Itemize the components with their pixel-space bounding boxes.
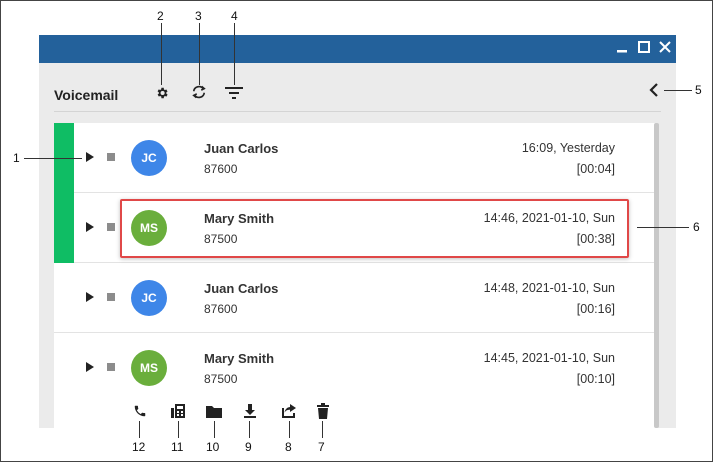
voicemail-row[interactable]: JC Juan Carlos 87600 16:09, Yesterday [0… xyxy=(54,123,658,193)
voicemail-list: JC Juan Carlos 87600 16:09, Yesterday [0… xyxy=(54,123,658,428)
close-button[interactable] xyxy=(656,39,674,59)
avatar: MS xyxy=(131,210,167,246)
avatar: JC xyxy=(131,280,167,316)
download-button[interactable] xyxy=(242,402,258,420)
refresh-button[interactable] xyxy=(189,82,209,102)
callout-line-5 xyxy=(664,90,692,91)
titlebar xyxy=(39,35,676,63)
callout-5: 5 xyxy=(695,83,702,97)
caller-number: 87600 xyxy=(204,302,238,316)
close-icon xyxy=(659,41,671,53)
callout-6: 6 xyxy=(693,220,700,234)
callout-9: 9 xyxy=(245,440,252,454)
delete-icon xyxy=(317,403,329,419)
voicemail-datetime: 14:45, 2021-01-10, Sun xyxy=(483,351,615,365)
callout-12: 12 xyxy=(132,440,146,454)
callout-line-2 xyxy=(161,23,162,85)
share-button[interactable] xyxy=(281,402,297,420)
settings-gear-icon xyxy=(157,87,168,99)
play-icon[interactable] xyxy=(86,222,94,232)
refresh-icon xyxy=(192,85,206,99)
caller-name: Mary Smith xyxy=(204,211,275,226)
avatar: JC xyxy=(131,140,167,176)
fax-icon xyxy=(170,404,185,418)
voicemail-duration: [00:10] xyxy=(576,372,615,386)
filter-button[interactable] xyxy=(224,83,244,103)
callout-4: 4 xyxy=(231,9,238,23)
fax-button[interactable] xyxy=(170,402,186,420)
voicemail-duration: [00:04] xyxy=(576,162,615,176)
callout-line-7 xyxy=(322,421,323,438)
callout-line-3 xyxy=(199,23,200,85)
unread-indicator xyxy=(54,193,74,263)
callout-line-10 xyxy=(214,421,215,438)
callout-1: 1 xyxy=(13,151,20,165)
settings-button[interactable] xyxy=(152,83,172,103)
caller-number: 87600 xyxy=(204,162,238,176)
caller-name: Juan Carlos xyxy=(204,281,279,296)
callout-line-8 xyxy=(289,421,290,438)
stop-icon[interactable] xyxy=(107,363,115,371)
share-icon xyxy=(282,404,296,418)
callout-line-1 xyxy=(24,158,82,159)
chevron-left-icon xyxy=(649,83,658,97)
caller-name: Mary Smith xyxy=(204,351,275,366)
filter-icon xyxy=(225,87,243,99)
caller-name: Juan Carlos xyxy=(204,141,279,156)
maximize-button[interactable] xyxy=(635,39,653,59)
delete-button[interactable] xyxy=(315,402,331,420)
callout-line-12 xyxy=(139,421,140,438)
callout-7: 7 xyxy=(318,440,325,454)
folder-button[interactable] xyxy=(206,402,222,420)
toolbar-divider xyxy=(54,111,661,112)
callout-8: 8 xyxy=(285,440,292,454)
callout-line-6 xyxy=(637,227,689,228)
minimize-button[interactable] xyxy=(613,39,631,59)
minimize-icon xyxy=(617,50,627,53)
voicemail-datetime: 14:46, 2021-01-10, Sun xyxy=(483,211,615,225)
play-icon[interactable] xyxy=(86,362,94,372)
voicemail-datetime: 14:48, 2021-01-10, Sun xyxy=(483,281,615,295)
voicemail-window: Voicemail JC Juan Carlos 87600 16:09, Ye… xyxy=(39,35,676,428)
voicemail-duration: [00:38] xyxy=(576,232,615,246)
play-icon[interactable] xyxy=(86,292,94,302)
callout-10: 10 xyxy=(206,440,220,454)
voicemail-row[interactable]: MS Mary Smith 87500 14:46, 2021-01-10, S… xyxy=(54,193,658,263)
voicemail-row[interactable]: JC Juan Carlos 87600 14:48, 2021-01-10, … xyxy=(54,263,658,333)
play-icon[interactable] xyxy=(86,152,94,162)
call-button[interactable] xyxy=(132,402,148,420)
caller-number: 87500 xyxy=(204,372,238,386)
callout-2: 2 xyxy=(157,9,164,23)
voicemail-datetime: 16:09, Yesterday xyxy=(521,141,615,155)
scrollbar[interactable] xyxy=(654,123,659,428)
collapse-button[interactable] xyxy=(644,80,664,100)
download-icon xyxy=(244,404,256,418)
voicemail-duration: [00:16] xyxy=(576,302,615,316)
callout-line-4 xyxy=(234,23,235,85)
callout-11: 11 xyxy=(171,440,184,454)
stop-icon[interactable] xyxy=(107,223,115,231)
callout-line-11 xyxy=(178,421,179,438)
call-icon xyxy=(134,405,146,417)
maximize-icon xyxy=(638,41,650,53)
stop-icon[interactable] xyxy=(107,153,115,161)
callout-line-9 xyxy=(249,421,250,438)
voicemail-title: Voicemail xyxy=(54,87,119,103)
callout-3: 3 xyxy=(195,9,202,23)
caller-number: 87500 xyxy=(204,232,238,246)
folder-icon xyxy=(206,406,222,418)
avatar: MS xyxy=(131,350,167,386)
stop-icon[interactable] xyxy=(107,293,115,301)
